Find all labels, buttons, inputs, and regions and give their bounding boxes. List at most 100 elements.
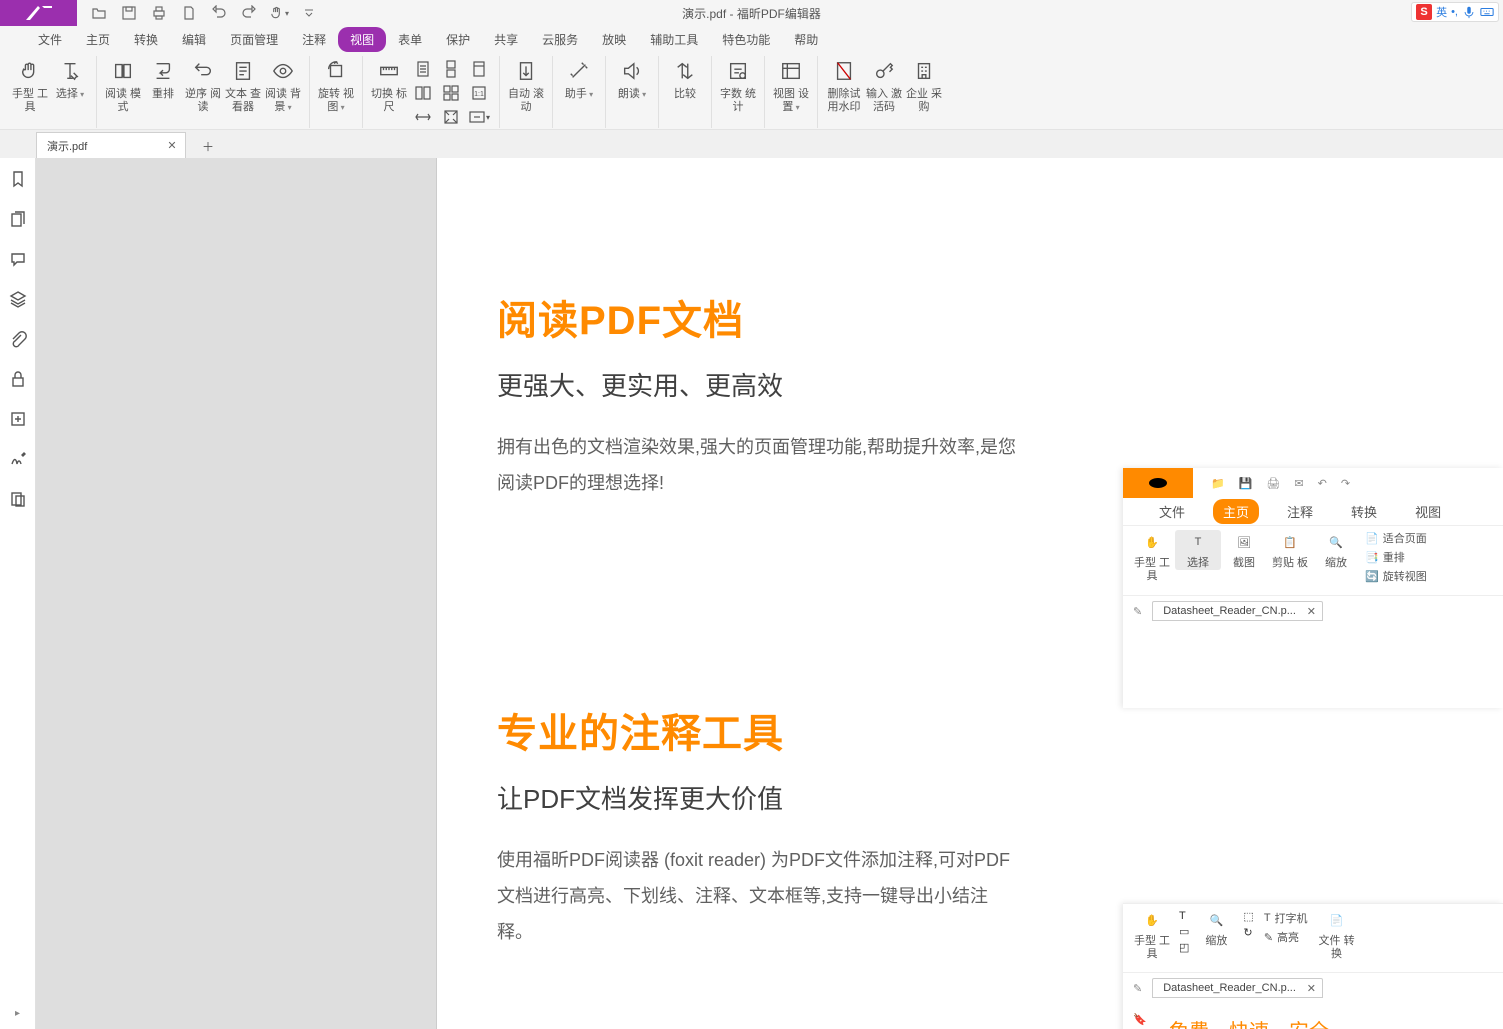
menu-云服务[interactable]: 云服务	[530, 27, 590, 52]
menu-注释[interactable]: 注释	[290, 27, 338, 52]
page-facing-button[interactable]	[409, 82, 437, 104]
save-icon[interactable]	[119, 3, 139, 23]
enterprise-button[interactable]: 企业 采购	[904, 56, 944, 126]
inset2-document-content: 免费、快速、安全 福昕阅读器是一款功能强大的PDF阅读软件,具有 档与表单。福昕…	[1157, 1003, 1419, 1029]
inset2-doctab: Datasheet_Reader_CN.p...✕	[1152, 978, 1323, 998]
reverse-read-button[interactable]: 逆序 阅读	[183, 56, 223, 126]
document-tab[interactable]: 演示.pdf ✕	[36, 132, 186, 158]
fit-visible-button[interactable]: ▾	[465, 106, 493, 128]
bookmarks-icon[interactable]	[7, 168, 29, 190]
fit-width-button[interactable]	[409, 106, 437, 128]
inset1-menu-文件: 文件	[1149, 499, 1195, 524]
layers-icon[interactable]	[7, 288, 29, 310]
text-select-icon	[57, 58, 83, 84]
signatures-icon[interactable]	[7, 448, 29, 470]
auto-scroll-button[interactable]: 自动 滚动	[506, 56, 546, 126]
fit-page-button[interactable]	[437, 106, 465, 128]
compare-button[interactable]: 比较	[665, 56, 705, 126]
ime-logo-icon: S	[1416, 4, 1432, 20]
inset1-save-icon: 💾	[1239, 477, 1253, 490]
ime-indicator[interactable]: S 英 •,	[1411, 2, 1499, 22]
undo-icon[interactable]	[209, 3, 229, 23]
close-icon: ✕	[1307, 982, 1316, 995]
menu-共享[interactable]: 共享	[482, 27, 530, 52]
select-tool-button[interactable]: 选择	[50, 56, 90, 126]
hand-tool-button[interactable]: 手型 工具	[10, 56, 50, 126]
inset2-heading: 免费、快速、安全	[1169, 1015, 1407, 1029]
doc-convert-icon: 📄	[1325, 908, 1349, 932]
close-tab-icon[interactable]: ✕	[165, 138, 179, 152]
attachments-icon[interactable]	[7, 328, 29, 350]
panel-collapse-icon[interactable]: ▸	[15, 1008, 20, 1019]
view-settings-button[interactable]: 视图 设置	[771, 56, 811, 126]
menu-视图[interactable]: 视图	[338, 27, 386, 52]
svg-text:1:1: 1:1	[474, 91, 484, 98]
new-tab-button[interactable]: ＋	[196, 134, 220, 158]
wordcount-icon	[725, 58, 751, 84]
menu-特色功能[interactable]: 特色功能	[710, 27, 782, 52]
inset1-reflow: 📑 重排	[1365, 549, 1427, 565]
inset-screenshot-1: 📁 💾 🖨 ✉ ↶ ↷ 文件主页注释转换视图 ✋手型 工具 T选择 🖼截图 📋剪…	[1123, 468, 1503, 708]
read-aloud-button[interactable]: 朗读	[612, 56, 652, 126]
pages-icon[interactable]	[7, 208, 29, 230]
inset2-text-select-icon: T	[1179, 910, 1189, 922]
inset2-fit-icon: ⬚	[1243, 910, 1253, 923]
inset2-bookmark-icon: 🔖	[1133, 1013, 1147, 1026]
document-viewport[interactable]: 阅读PDF文档 更强大、更实用、更高效 拥有出色的文档渲染效果,强大的页面管理功…	[36, 158, 1503, 1029]
hand-dropdown-icon[interactable]: ▾	[269, 3, 289, 23]
page-continuous-button[interactable]	[437, 58, 465, 80]
menu-文件[interactable]: 文件	[26, 27, 74, 52]
security-icon[interactable]	[7, 368, 29, 390]
menu-编辑[interactable]: 编辑	[170, 27, 218, 52]
cover-page-button[interactable]	[465, 58, 493, 80]
menu-转换[interactable]: 转换	[122, 27, 170, 52]
building-icon	[911, 58, 937, 84]
comments-icon[interactable]	[7, 248, 29, 270]
text-viewer-button[interactable]: 文本 查看器	[223, 56, 263, 126]
quick-access-toolbar: ▾	[77, 3, 319, 23]
reflow-button[interactable]: 重排	[143, 56, 183, 126]
toggle-ruler-button[interactable]: 切换 标尺	[369, 56, 409, 126]
clipboard-icon: 📋	[1278, 530, 1302, 554]
activate-button[interactable]: 输入 激活码	[864, 56, 904, 126]
doc-paragraph-1: 拥有出色的文档渲染效果,强大的页面管理功能,帮助提升效率,是您阅读PDF的理想选…	[497, 429, 1017, 501]
inset1-zoom-button: 🔍缩放	[1313, 530, 1359, 570]
actual-size-button[interactable]: 1:1	[465, 82, 493, 104]
doc-heading-2: 专业的注释工具	[497, 701, 1443, 759]
hand-icon: ✋	[1140, 530, 1164, 554]
assistant-button[interactable]: 助手	[559, 56, 599, 126]
inset1-menu-主页: 主页	[1213, 499, 1259, 524]
redo-icon[interactable]	[239, 3, 259, 23]
ime-punct-icon: •,	[1451, 6, 1458, 18]
eye-icon	[270, 58, 296, 84]
fields-icon[interactable]	[7, 408, 29, 430]
new-doc-icon[interactable]	[179, 3, 199, 23]
inset1-menu-视图: 视图	[1405, 499, 1451, 524]
menu-表单[interactable]: 表单	[386, 27, 434, 52]
menu-保护[interactable]: 保护	[434, 27, 482, 52]
word-count-button[interactable]: 字数 统计	[718, 56, 758, 126]
menu-主页[interactable]: 主页	[74, 27, 122, 52]
page-single-button[interactable]	[409, 58, 437, 80]
print-icon[interactable]	[149, 3, 169, 23]
read-background-button[interactable]: 阅读 背景	[263, 56, 303, 126]
inset2-rotate-icon: ↻	[1243, 926, 1253, 939]
inset1-select-button: T选择	[1175, 530, 1221, 570]
articles-icon[interactable]	[7, 488, 29, 510]
ime-keyboard-icon	[1480, 5, 1494, 19]
qat-customize-icon[interactable]	[299, 3, 319, 23]
menu-页面管理[interactable]: 页面管理	[218, 27, 290, 52]
reverse-icon	[190, 58, 216, 84]
read-mode-button[interactable]: 阅读 模式	[103, 56, 143, 126]
page-cont-facing-button[interactable]	[437, 82, 465, 104]
menu-放映[interactable]: 放映	[590, 27, 638, 52]
doc-subheading-2: 让PDF文档发挥更大价值	[497, 779, 1443, 816]
rotate-view-button[interactable]: 旋转 视图	[316, 56, 356, 126]
menu-辅助工具[interactable]: 辅助工具	[638, 27, 710, 52]
inset2-annot-select-icon: ▭	[1179, 925, 1189, 938]
title-bar: ▾ 演示.pdf - 福昕PDF编辑器 S 英 •,	[0, 0, 1503, 26]
menu-bar: 文件主页转换编辑页面管理注释视图表单保护共享云服务放映辅助工具特色功能帮助	[0, 26, 1503, 52]
remove-trial-watermark-button[interactable]: 删除试 用水印	[824, 56, 864, 126]
open-icon[interactable]	[89, 3, 109, 23]
menu-帮助[interactable]: 帮助	[782, 27, 830, 52]
